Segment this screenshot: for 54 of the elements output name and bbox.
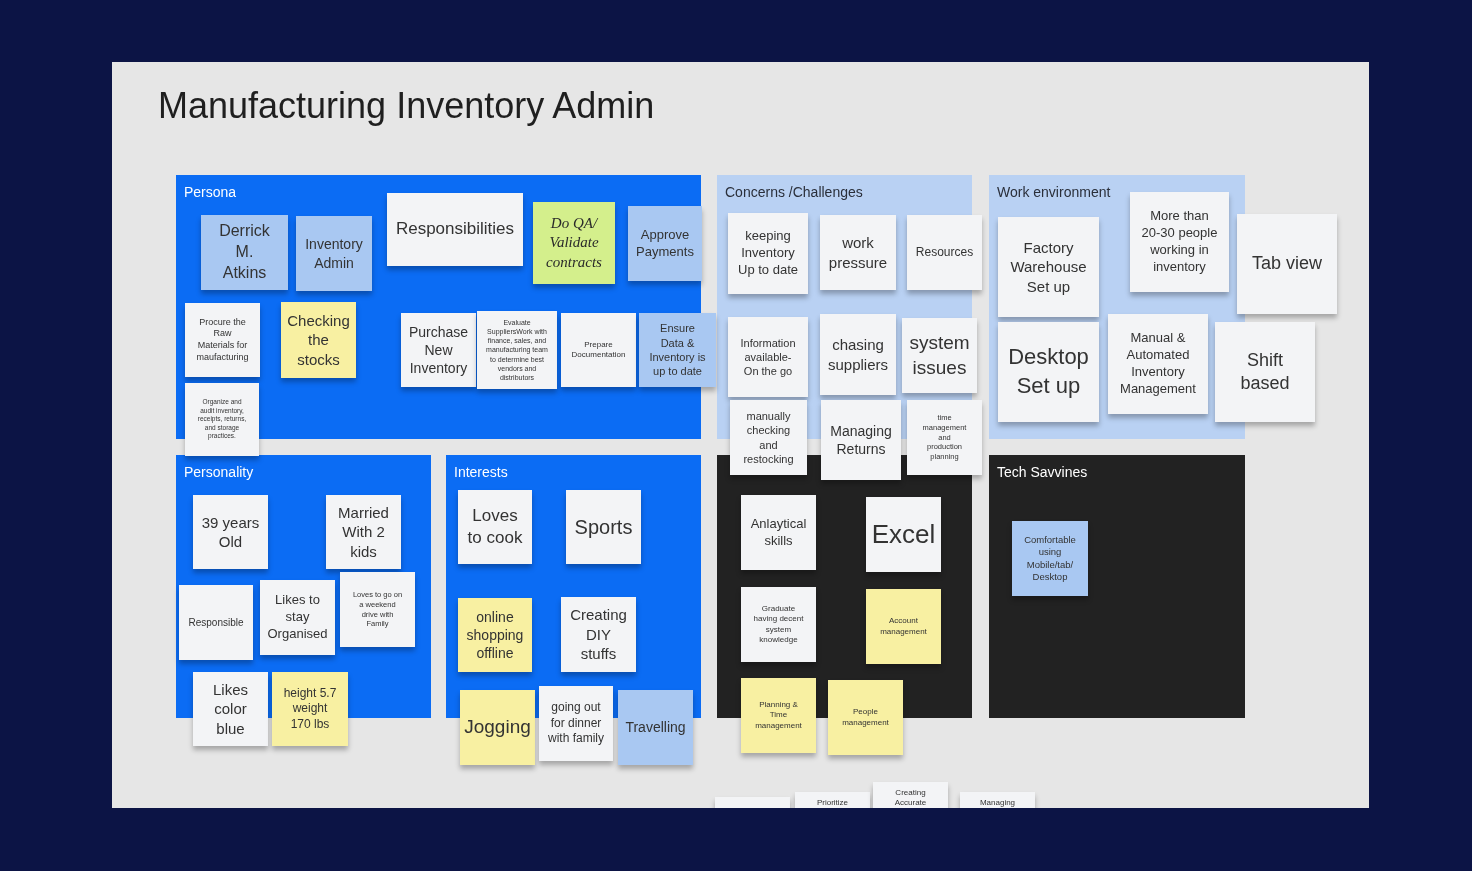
- sticky-note[interactable]: Graduate having decent system knowledge: [741, 587, 816, 662]
- sticky-note[interactable]: Creating DIY stuffs: [561, 597, 636, 672]
- sticky-note[interactable]: Checking the stocks: [281, 302, 356, 378]
- sticky-note[interactable]: Purchase New Inventory: [401, 313, 476, 387]
- sticky-note[interactable]: system issues: [902, 318, 977, 393]
- sticky-note[interactable]: Excel: [866, 497, 941, 572]
- sticky-note[interactable]: Comfortable using Mobile/tab/ Desktop: [1012, 521, 1088, 596]
- sticky-note[interactable]: Likes to stay Organised: [260, 580, 335, 655]
- sticky-note[interactable]: Responsibilities: [387, 193, 523, 266]
- frame-title: Work environment: [997, 183, 1111, 201]
- frame-title: Concerns /Challenges: [725, 183, 863, 201]
- sticky-note[interactable]: Account management: [866, 589, 941, 664]
- sticky-note[interactable]: Prioritize: [795, 792, 870, 808]
- sticky-note[interactable]: Shift based: [1215, 322, 1315, 422]
- sticky-note[interactable]: Anlaytical skills: [741, 495, 816, 570]
- sticky-note[interactable]: chasing suppliers: [820, 314, 896, 395]
- sticky-note[interactable]: going out for dinner with family: [539, 686, 613, 761]
- sticky-note[interactable]: Factory Warehouse Set up: [998, 217, 1099, 317]
- sticky-note[interactable]: Manual & Automated Inventory Management: [1108, 314, 1208, 414]
- board-title: Manufacturing Inventory Admin: [157, 84, 655, 128]
- sticky-note[interactable]: Travelling: [618, 690, 693, 765]
- sticky-note[interactable]: height 5.7 weight 170 lbs: [272, 672, 348, 746]
- sticky-note[interactable]: Planning & Time management: [741, 678, 816, 753]
- frame-title: Personality: [184, 463, 254, 481]
- sticky-note[interactable]: Information available- On the go: [728, 317, 808, 397]
- frame-title: Persona: [184, 183, 237, 201]
- sticky-note[interactable]: More than 20-30 people working in inventory: [1130, 192, 1229, 292]
- sticky-note[interactable]: Do QA/ Validate contracts: [533, 202, 615, 284]
- sticky-note[interactable]: Sports: [566, 490, 641, 564]
- sticky-note[interactable]: People management: [828, 680, 903, 755]
- sticky-note[interactable]: work pressure: [820, 215, 896, 290]
- sticky-note[interactable]: Jogging: [460, 690, 535, 765]
- sticky-note[interactable]: Likes color blue: [193, 672, 268, 746]
- sticky-note[interactable]: Resources: [907, 215, 982, 290]
- frame-title: Interests: [454, 463, 508, 481]
- sticky-note[interactable]: Derrick M. Atkins: [201, 215, 288, 290]
- sticky-note[interactable]: Loves to cook: [458, 490, 532, 564]
- sticky-note[interactable]: Managing: [960, 792, 1035, 808]
- sticky-note[interactable]: Creating Accurate: [873, 782, 948, 808]
- sticky-note[interactable]: Procure the Raw Materials for maufacturing: [185, 303, 260, 377]
- sticky-note[interactable]: online shopping offline: [458, 598, 532, 672]
- sticky-note[interactable]: Prepare Documentation: [561, 313, 636, 387]
- frame-title: Tech Savvines: [997, 463, 1088, 481]
- sticky-note[interactable]: Responsible: [179, 585, 253, 660]
- sticky-note[interactable]: keeping Inventory Up to date: [728, 213, 808, 294]
- sticky-note[interactable]: Tab view: [1237, 214, 1337, 314]
- sticky-note[interactable]: Inventory Admin: [296, 216, 372, 291]
- sticky-note[interactable]: Managing Returns: [821, 400, 901, 480]
- sticky-note[interactable]: Ensure Data & Inventory is up to date: [639, 313, 716, 387]
- sticky-note[interactable]: 39 years Old: [193, 495, 268, 569]
- sticky-note[interactable]: Approve Payments: [628, 206, 702, 281]
- sticky-note[interactable]: Married With 2 kids: [326, 495, 401, 569]
- sticky-note[interactable]: manually checking and restocking: [730, 400, 807, 475]
- sticky-note[interactable]: Desktop Set up: [998, 322, 1099, 422]
